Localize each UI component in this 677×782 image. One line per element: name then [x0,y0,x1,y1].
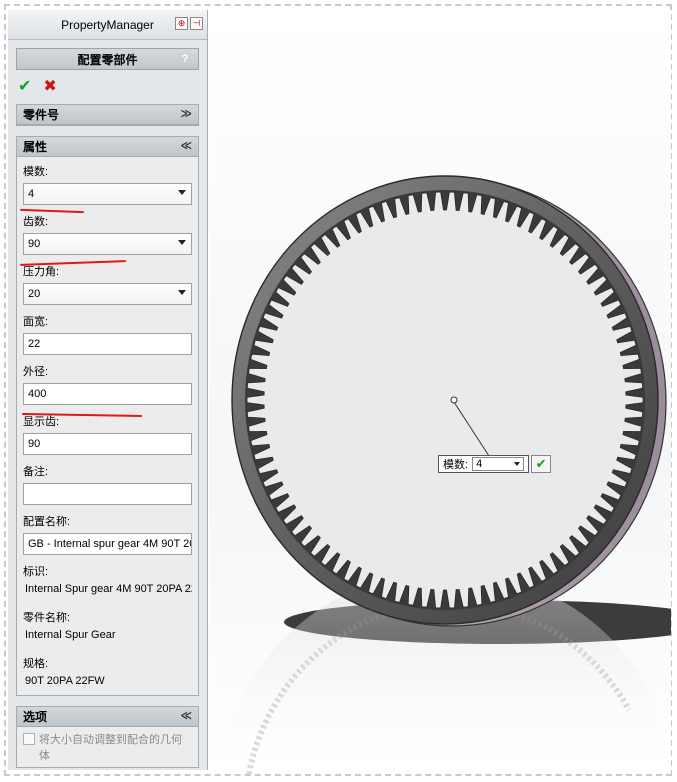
part-name-value: Internal Spur Gear [25,629,116,641]
designation-label: 标识: [23,566,49,578]
auto-resize-option: 将大小自动调整到配合的几何体 [17,727,198,767]
action-buttons: ✔ ✖ [18,76,207,96]
collapse-chevron-icon[interactable]: ≪ [180,139,192,152]
auto-resize-label: 将大小自动调整到配合的几何体 [39,734,182,762]
property-manager-panel: PropertyManager ⊕ ⊣ 配置零部件 ? ✔ ✖ 零件号 ≫ 属性… [8,10,208,770]
dropdown-arrow-icon[interactable] [178,240,186,245]
part-name-label: 零件名称: [23,612,71,624]
part-number-group: 零件号 ≫ [16,104,199,126]
teeth-value: 90 [28,238,41,250]
designation-value: Internal Spur gear 4M 90T 20PA 22FW [25,583,192,595]
pressure-angle-select[interactable]: 20 [23,283,192,305]
outer-diameter-value: 400 [28,388,47,400]
properties-group-header[interactable]: 属性 ≪ [17,137,198,157]
config-name-label: 配置名称: [23,516,71,528]
collapse-chevron-icon[interactable]: ≪ [180,709,192,722]
module-callout: 模数: 4 ✔ [438,455,552,473]
callout-module-select[interactable]: 4 [472,457,525,471]
pin-icon[interactable]: ⊕ [175,17,188,30]
auto-resize-checkbox[interactable] [23,733,35,745]
dropdown-arrow-icon[interactable] [178,190,186,195]
comment-label: 备注: [23,466,49,478]
pressure-angle-label: 压力角: [23,266,60,278]
config-name-input[interactable]: GB - Internal spur gear 4M 90T 20PA 22FW [23,533,192,555]
feature-title-bar: 配置零部件 ? [16,48,199,70]
module-label: 模数: [23,166,49,178]
spec-value: 90T 20PA 22FW [25,675,105,687]
face-width-label: 面宽: [23,316,49,328]
callout-label: 模数: [443,459,469,471]
dropdown-arrow-icon[interactable] [514,462,521,466]
help-icon[interactable]: ? [178,52,192,66]
options-group-title: 选项 [23,710,48,724]
options-group-header[interactable]: 选项 ≪ [17,707,198,727]
teeth-label: 齿数: [23,216,49,228]
gear-model-svg [219,175,671,774]
teeth-select[interactable]: 90 [23,233,192,255]
callout-module-value: 4 [476,458,483,470]
outer-diameter-label: 外径: [23,366,49,378]
expand-chevron-icon[interactable]: ≫ [180,107,192,120]
gear-teeth [245,190,645,610]
properties-group-title: 属性 [23,140,48,154]
graphics-viewport[interactable] [209,10,671,774]
options-group: 选项 ≪ 将大小自动调整到配合的几何体 [16,706,199,768]
dock-icon[interactable]: ⊣ [190,17,203,30]
face-width-value: 22 [28,338,41,350]
module-select[interactable]: 4 [23,183,192,205]
dropdown-arrow-icon[interactable] [178,290,186,295]
ok-checkmark-icon[interactable]: ✔ [18,76,31,96]
cancel-x-icon[interactable]: ✖ [43,76,56,96]
display-teeth-input[interactable]: 90 [23,433,192,455]
config-name-value: GB - Internal spur gear 4M 90T 20PA 22FW [28,538,191,550]
properties-group-body: 模数: 4 齿数: 90 压力角: 20 面宽: 22 外径: 400 显示齿:… [17,157,198,699]
property-manager-header: PropertyManager ⊕ ⊣ [8,10,207,40]
pressure-angle-value: 20 [28,288,41,300]
module-value: 4 [28,188,35,200]
display-teeth-value: 90 [28,438,41,450]
face-width-input[interactable]: 22 [23,333,192,355]
part-number-group-header[interactable]: 零件号 ≫ [17,105,198,125]
property-manager-title: PropertyManager [61,17,154,32]
comment-input[interactable] [23,483,192,505]
header-buttons: ⊕ ⊣ [175,17,203,30]
callout-anchor-point[interactable] [450,396,458,404]
callout-ok-checkmark-icon[interactable]: ✔ [531,455,552,473]
callout-box: 模数: 4 [438,455,530,473]
feature-title: 配置零部件 [77,52,138,67]
outer-diameter-input[interactable]: 400 [23,383,192,405]
part-number-group-title: 零件号 [23,108,60,122]
spec-label: 规格: [23,658,49,670]
